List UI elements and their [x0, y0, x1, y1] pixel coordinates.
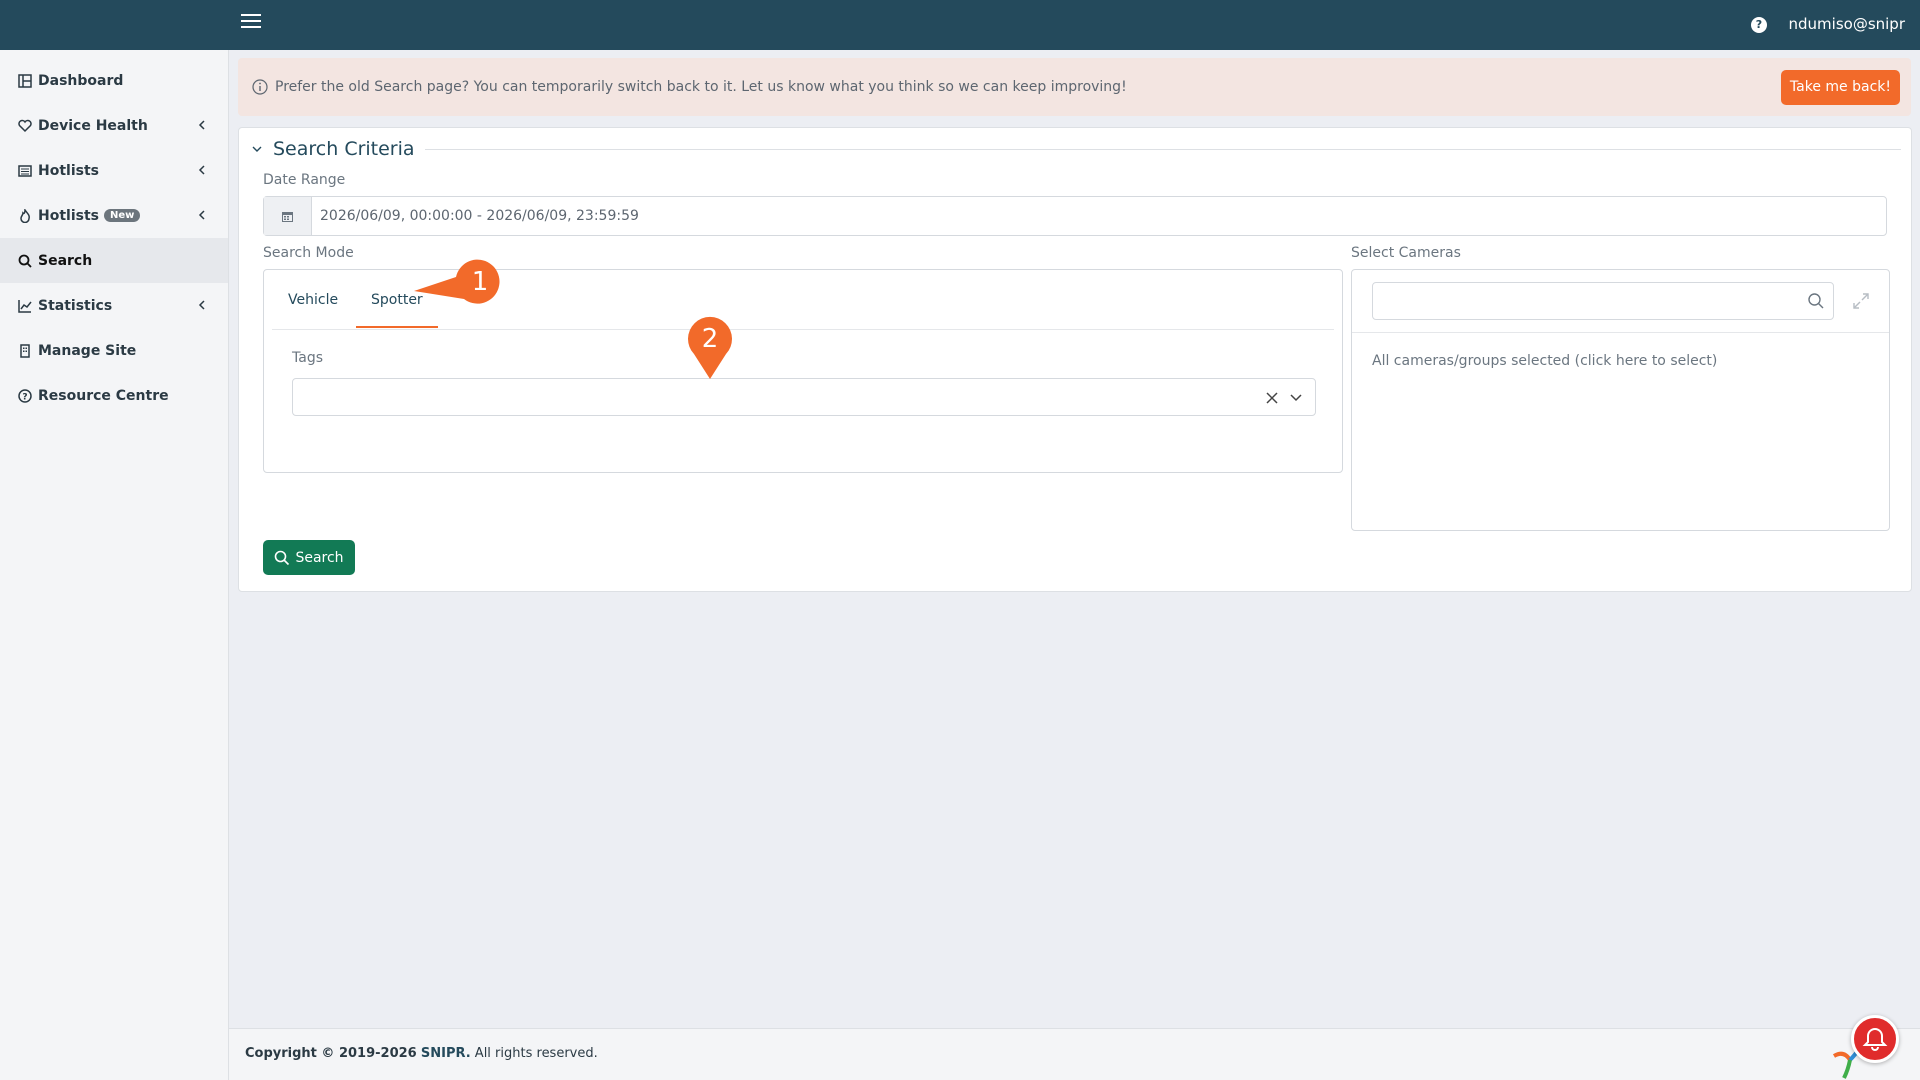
- select-cameras-label: Select Cameras: [1351, 245, 1461, 261]
- chevron-left-icon: [198, 300, 205, 310]
- footer: Copyright © 2019-2026 SNIPR. All rights …: [229, 1028, 1920, 1080]
- search-criteria-card: Search Criteria Date Range Search Mode S…: [238, 127, 1912, 592]
- tab-vehicle[interactable]: Vehicle: [288, 292, 338, 326]
- sidebar-item-label: Device Health: [38, 117, 148, 134]
- brand-link[interactable]: SNIPR.: [421, 1046, 471, 1061]
- select-cameras-panel: All cameras/groups selected (click here …: [1351, 269, 1890, 531]
- svg-text:?: ?: [22, 392, 27, 402]
- chevron-down-icon[interactable]: [251, 143, 263, 155]
- search-icon[interactable]: [1807, 292, 1825, 310]
- help-icon[interactable]: ?: [1751, 17, 1767, 33]
- cameras-selection-note[interactable]: All cameras/groups selected (click here …: [1372, 353, 1717, 369]
- list-icon: [18, 164, 32, 178]
- chart-icon: [18, 299, 32, 313]
- sidebar-item-label: Statistics: [38, 297, 113, 314]
- hamburger-menu-icon[interactable]: [241, 14, 261, 30]
- date-range-label: Date Range: [263, 172, 346, 188]
- old-search-alert: Prefer the old Search page? You can temp…: [238, 58, 1911, 116]
- user-menu[interactable]: ndumiso@snipr: [1789, 15, 1905, 33]
- search-button-label: Search: [295, 549, 344, 566]
- step-callout-2: 2: [688, 316, 732, 379]
- section-title: Search Criteria: [273, 138, 425, 160]
- copyright-prefix: Copyright © 2019-2026: [245, 1046, 417, 1061]
- sidebar-item-hotlists-new[interactable]: Hotlists New: [0, 193, 228, 238]
- sidebar-item-manage-site[interactable]: Manage Site: [0, 328, 228, 373]
- chevron-down-icon[interactable]: [1289, 392, 1303, 404]
- search-icon: [275, 550, 290, 565]
- tags-select[interactable]: [292, 378, 1316, 416]
- date-range-field[interactable]: [263, 196, 1887, 236]
- new-badge: New: [103, 209, 141, 222]
- search-button[interactable]: Search: [263, 540, 355, 575]
- heart-icon: [18, 119, 32, 133]
- sidebar-item-label: Dashboard: [38, 72, 124, 89]
- sidebar-item-label: Hotlists: [38, 162, 99, 179]
- callout-number: 1: [472, 267, 489, 297]
- step-callout-1: 1: [414, 259, 500, 304]
- building-icon: [18, 343, 32, 358]
- sidebar-item-label: Search: [38, 252, 93, 269]
- notification-bell-icon[interactable]: [1851, 1015, 1899, 1063]
- camera-search-input[interactable]: [1372, 282, 1834, 320]
- calendar-icon[interactable]: [264, 197, 312, 235]
- info-icon: [252, 79, 268, 95]
- sidebar-item-device-health[interactable]: Device Health: [0, 103, 228, 148]
- expand-icon[interactable]: [1852, 292, 1870, 310]
- top-bar: ? ndumiso@snipr: [0, 0, 1920, 50]
- divider: [419, 149, 1901, 150]
- search-criteria-header[interactable]: Search Criteria: [249, 138, 1901, 160]
- sidebar-item-hotlists[interactable]: Hotlists: [0, 148, 228, 193]
- copyright-text: Copyright © 2019-2026 SNIPR. All rights …: [245, 1046, 598, 1061]
- sidebar-item-label: Hotlists: [38, 207, 99, 224]
- callout-number: 2: [702, 324, 719, 354]
- take-me-back-button[interactable]: Take me back!: [1780, 70, 1900, 105]
- dashboard-icon: [18, 73, 32, 88]
- chevron-left-icon: [198, 165, 205, 175]
- copyright-suffix: All rights reserved.: [470, 1046, 598, 1061]
- divider: [1352, 332, 1889, 333]
- chevron-left-icon: [198, 120, 205, 130]
- question-icon: ?: [18, 388, 32, 403]
- sidebar-item-statistics[interactable]: Statistics: [0, 283, 228, 328]
- chevron-left-icon: [198, 210, 205, 220]
- clear-icon[interactable]: [1265, 391, 1279, 405]
- search-mode-label: Search Mode: [263, 245, 354, 261]
- date-range-input[interactable]: [312, 197, 1886, 235]
- tags-label: Tags: [292, 350, 323, 366]
- sidebar-item-resource-centre[interactable]: ? Resource Centre: [0, 373, 228, 418]
- search-icon: [18, 254, 32, 268]
- sidebar-item-label: Manage Site: [38, 342, 137, 359]
- sidebar-item-label: Resource Centre: [38, 387, 169, 404]
- fire-icon: [18, 208, 32, 223]
- alert-text: Prefer the old Search page? You can temp…: [275, 79, 1127, 95]
- sidebar-item-dashboard[interactable]: Dashboard: [0, 58, 228, 103]
- sidebar: Dashboard Device Health Hotlists Hotlist…: [0, 50, 229, 1080]
- sidebar-item-search[interactable]: Search: [0, 238, 228, 283]
